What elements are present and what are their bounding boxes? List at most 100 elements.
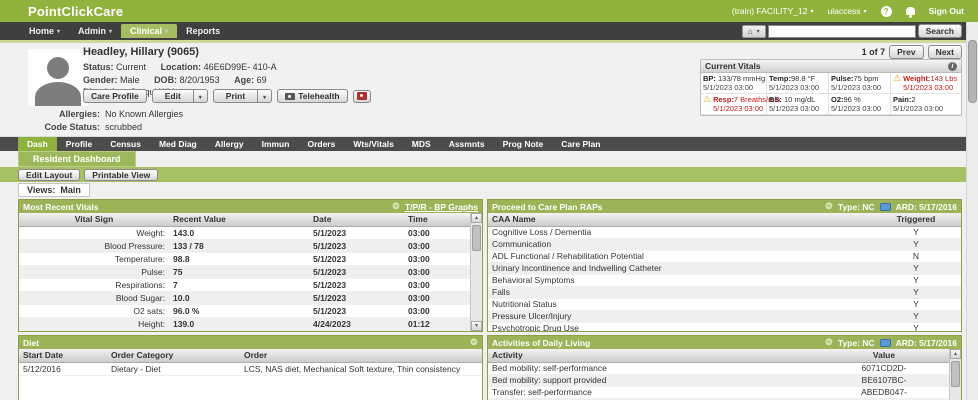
- top-bar-right: (train) FACILITY_12 ▾ ulaccess ▾ ? Sign …: [732, 6, 964, 17]
- edit-split-button: Edit ▾: [152, 89, 208, 103]
- views-current: Main: [60, 185, 81, 195]
- nav-home[interactable]: Home▾: [20, 24, 69, 38]
- table-row: Blood Sugar:10.05/1/202303:00: [19, 291, 470, 304]
- panel-title: Most Recent Vitals: [23, 202, 98, 212]
- table-row: CommunicationY: [488, 238, 961, 250]
- table-row: O2 sats:96.0 %5/1/202303:00: [19, 304, 470, 317]
- scrollbar-thumb[interactable]: [951, 361, 960, 387]
- nav-reports[interactable]: Reports: [177, 24, 229, 38]
- edit-dropdown-button[interactable]: ▾: [194, 89, 208, 103]
- search-input[interactable]: [768, 25, 916, 38]
- video-camera-button[interactable]: [353, 90, 371, 103]
- table-row: Respirations:75/1/202303:00: [19, 278, 470, 291]
- table-row: ADL Functional / Rehabilitation Potentia…: [488, 250, 961, 262]
- vital-cell-bp: BP: 133/78 mmHg 5/1/2023 03:00: [701, 73, 767, 94]
- table-row: 5/12/2016Dietary - DietLCS, NAS diet, Me…: [19, 362, 482, 375]
- tab-allergy[interactable]: Allergy: [206, 137, 253, 151]
- scroll-down-icon[interactable]: ▼: [471, 321, 482, 331]
- resident-dashboard-tab[interactable]: Resident Dashboard: [18, 151, 136, 167]
- page-scrollbar[interactable]: [966, 22, 978, 400]
- help-icon[interactable]: ?: [881, 6, 892, 17]
- tab-wts-vitals[interactable]: Wts/Vitals: [344, 137, 402, 151]
- mds-assessment-icon[interactable]: [880, 339, 891, 347]
- chart-tabs: Dash Profile Census Med Diag Allergy Imm…: [0, 137, 978, 151]
- search-scope-dropdown[interactable]: ⌂ ▾: [742, 25, 766, 38]
- mds-assessment-icon[interactable]: [880, 203, 891, 211]
- dashboard-toolbar: Edit Layout Printable View: [0, 167, 978, 182]
- tab-med-diag[interactable]: Med Diag: [150, 137, 206, 151]
- home-icon: ⌂: [748, 27, 753, 36]
- tab-profile[interactable]: Profile: [57, 137, 101, 151]
- care-profile-button[interactable]: Care Profile: [83, 89, 147, 103]
- user-menu[interactable]: ulaccess ▾: [827, 6, 866, 16]
- tab-assmnts[interactable]: Assmnts: [440, 137, 494, 151]
- diet-table: Start Date Order Category Order Order St…: [19, 349, 482, 376]
- chevron-down-icon: ▾: [165, 28, 168, 35]
- patient-actions: Care Profile Edit ▾ Print ▾ Telehealth: [83, 89, 371, 103]
- table-row: Temperature:98.85/1/202303:00: [19, 252, 470, 265]
- print-dropdown-button[interactable]: ▾: [258, 89, 272, 103]
- chevron-down-icon: ▾: [109, 28, 112, 35]
- panel-care-plan-raps: Proceed to Care Plan RAPs ⚙ Type: NC ARD…: [487, 199, 962, 332]
- sign-out-link[interactable]: Sign Out: [929, 6, 964, 16]
- vital-cell-pulse: Pulse:75 bpm 5/1/2023 03:00: [829, 73, 891, 94]
- dashboard-grid: Most Recent Vitals ⚙ T/P/R - BP Graphs V…: [18, 199, 962, 400]
- table-row: Weight:143.05/1/202303:00: [19, 226, 470, 239]
- facility-selector[interactable]: (train) FACILITY_12 ▾: [732, 6, 814, 16]
- panel-header: Most Recent Vitals ⚙ T/P/R - BP Graphs: [19, 200, 482, 213]
- prev-button[interactable]: Prev: [889, 45, 923, 59]
- table-row: Transfer: self-performanceABEDB047-: [488, 386, 949, 398]
- info-icon[interactable]: i: [948, 62, 957, 71]
- scrollbar-thumb[interactable]: [472, 225, 481, 251]
- warning-icon: ⚠: [703, 95, 711, 113]
- chevron-down-icon: ▾: [757, 28, 760, 35]
- table-row: Behavioral SymptomsY: [488, 274, 961, 286]
- tab-mds[interactable]: MDS: [403, 137, 440, 151]
- panel-header: Activities of Daily Living ⚙ Type: NC AR…: [488, 336, 961, 349]
- views-selector[interactable]: Views: Main: [18, 183, 90, 197]
- bp-graphs-link[interactable]: T/P/R - BP Graphs: [405, 202, 478, 212]
- next-button[interactable]: Next: [928, 45, 962, 59]
- edit-button[interactable]: Edit: [152, 89, 194, 103]
- nav-admin[interactable]: Admin▾: [69, 24, 121, 38]
- gear-icon[interactable]: ⚙: [825, 202, 833, 211]
- tab-immun[interactable]: Immun: [253, 137, 299, 151]
- printable-view-button[interactable]: Printable View: [84, 169, 158, 181]
- current-vitals-header: Current Vitals i: [701, 60, 961, 73]
- patient-name: Headley, Hillary (9065): [83, 46, 289, 58]
- scroll-up-icon[interactable]: ▲: [950, 349, 961, 359]
- vital-cell-temp: Temp:98.8 °F 5/1/2023 03:00: [767, 73, 829, 94]
- scrollbar[interactable]: ▲ ▼: [470, 213, 482, 331]
- search-button[interactable]: Search: [918, 24, 962, 38]
- ard-label: ARD: 5/17/2016: [896, 202, 957, 212]
- patient-demographics-line: Gender: Male DOB: 8/20/1953 Age: 69: [83, 75, 289, 85]
- vital-cell-resp: ⚠ Resp:7 Breaths/min 5/1/2023 03:00: [701, 94, 767, 115]
- scrollbar[interactable]: ▲: [949, 349, 961, 400]
- page-scrollbar-thumb[interactable]: [968, 40, 977, 103]
- tab-orders[interactable]: Orders: [298, 137, 344, 151]
- nav-clinical[interactable]: Clinical▾: [121, 24, 177, 38]
- gear-icon[interactable]: ⚙: [825, 338, 833, 347]
- panel-activities-of-daily-living: Activities of Daily Living ⚙ Type: NC AR…: [487, 335, 962, 400]
- tab-prog-note[interactable]: Prog Note: [494, 137, 553, 151]
- gear-icon[interactable]: ⚙: [470, 338, 478, 347]
- bell-icon[interactable]: [906, 7, 915, 15]
- ard-label: ARD: 5/17/2016: [896, 338, 957, 348]
- tab-care-plan[interactable]: Care Plan: [552, 137, 609, 151]
- pager-position: 1 of 7: [862, 47, 886, 57]
- panel-diet: Diet ⚙ Start Date Order Category Order O…: [18, 335, 483, 400]
- tab-census[interactable]: Census: [101, 137, 150, 151]
- main-nav: Home▾ Admin▾ Clinical▾ Reports ⌂ ▾ Searc…: [0, 22, 978, 40]
- table-row: Pressure Ulcer/InjuryY: [488, 310, 961, 322]
- current-vitals-panel: Current Vitals i BP: 133/78 mmHg 5/1/202…: [700, 59, 962, 116]
- telehealth-button[interactable]: Telehealth: [277, 89, 347, 103]
- tab-dash[interactable]: Dash: [18, 137, 57, 151]
- avatar: [28, 49, 88, 106]
- camera-icon: [285, 93, 295, 100]
- allergy-block: Allergies: No Known Allergies Code Statu…: [0, 109, 320, 135]
- scroll-up-icon[interactable]: ▲: [471, 213, 482, 223]
- print-button[interactable]: Print: [213, 89, 258, 103]
- facility-name: (train) FACILITY_12: [732, 6, 808, 16]
- gear-icon[interactable]: ⚙: [392, 202, 400, 211]
- edit-layout-button[interactable]: Edit Layout: [18, 169, 80, 181]
